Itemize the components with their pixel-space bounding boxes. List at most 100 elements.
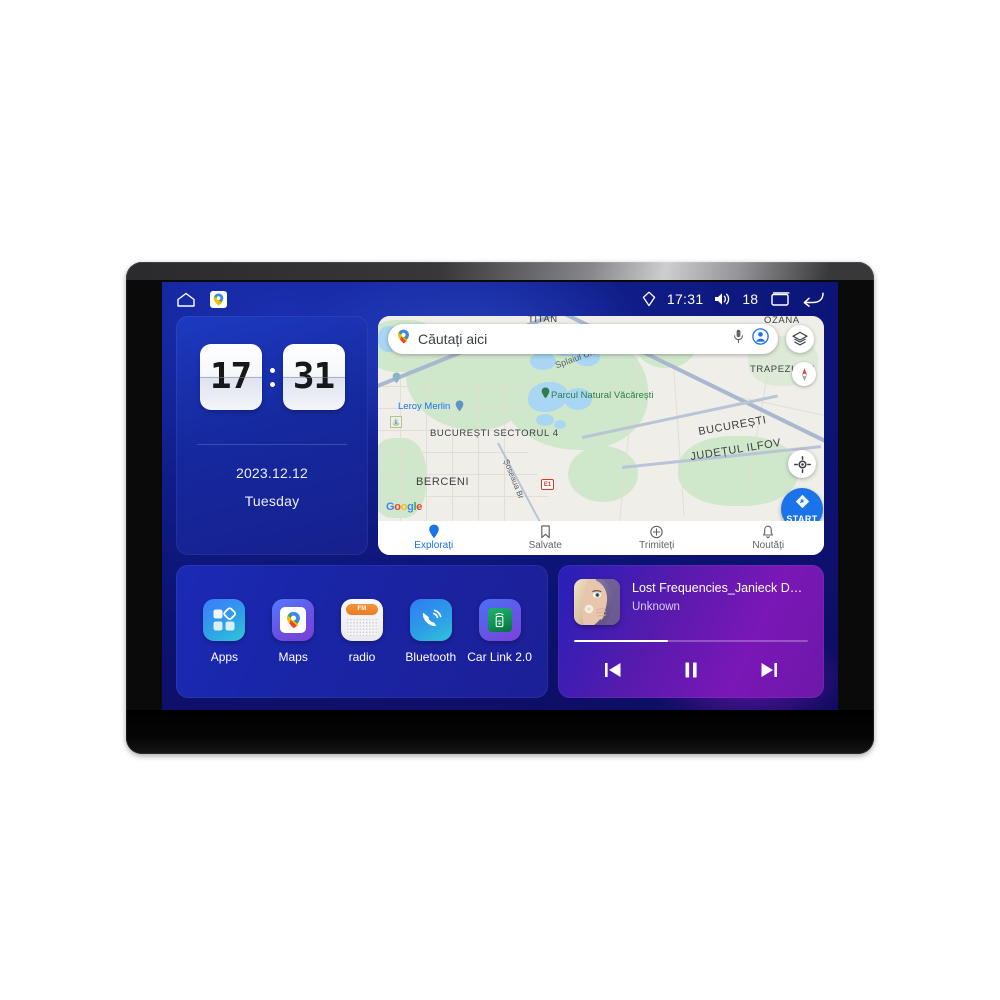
previous-track-button[interactable] bbox=[593, 656, 633, 684]
recents-icon[interactable] bbox=[769, 291, 791, 307]
app-tile-radio[interactable]: FM radio bbox=[330, 598, 394, 664]
map-nav-label: Salvate bbox=[528, 539, 562, 551]
clock-hours-unit: 17 bbox=[199, 344, 262, 410]
map-label: BUCUREȘTI SECTORUL 4 bbox=[430, 428, 559, 439]
map-street bbox=[478, 382, 479, 528]
maps-widget[interactable]: E1 ⛲ TITAN OZANA Unirii Splaiul Unirii bbox=[378, 316, 824, 555]
app-dock: Apps Maps FM radio Bluetooth Car Link 2.… bbox=[176, 564, 548, 698]
explore-pin-icon bbox=[429, 524, 439, 539]
app-label: radio bbox=[348, 649, 376, 664]
clock-weekday: Tuesday bbox=[244, 493, 300, 509]
app-tile-maps[interactable]: Maps bbox=[261, 598, 325, 664]
map-street bbox=[452, 378, 453, 528]
fm-band-indicator: FM bbox=[345, 603, 378, 615]
clock-minutes-unit: 31 bbox=[282, 344, 345, 410]
microphone-icon[interactable] bbox=[733, 329, 744, 349]
map-nav-label: Noutăți bbox=[752, 539, 785, 551]
my-location-icon[interactable] bbox=[788, 450, 816, 478]
clock-hours: 17 bbox=[209, 356, 252, 397]
map-street bbox=[672, 356, 685, 516]
media-player-widget[interactable]: Lost Frequencies_Janieck Devy-... Unknow… bbox=[558, 564, 824, 698]
gps-pin-icon bbox=[642, 291, 656, 307]
media-title: Lost Frequencies_Janieck Devy-... bbox=[632, 580, 808, 595]
maps-bottom-nav: Explorați Salvate Trimiteți Noutăți bbox=[378, 520, 825, 555]
radio-speaker-grill bbox=[345, 617, 378, 636]
app-tile-carlink[interactable]: Car Link 2.0 bbox=[467, 598, 532, 664]
bell-icon bbox=[763, 525, 774, 538]
flip-clock: 17 31 bbox=[199, 344, 345, 410]
home-icon[interactable] bbox=[176, 292, 196, 307]
car-head-unit-device: 17:31 18 17 31 2023.12.12 Tuesday E1 ⛲ T… bbox=[126, 262, 874, 754]
map-poi-pin-icon bbox=[392, 372, 401, 384]
map-nav-saved[interactable]: Salvate bbox=[490, 524, 602, 551]
fm-band-label: FM bbox=[357, 606, 367, 613]
status-bar-left bbox=[176, 290, 227, 308]
clock-colon-icon bbox=[269, 367, 276, 387]
fm-radio-icon: FM bbox=[340, 598, 383, 641]
back-icon[interactable] bbox=[802, 291, 824, 307]
google-maps-pin-icon bbox=[397, 329, 410, 349]
next-track-button[interactable] bbox=[749, 656, 789, 684]
clock-minutes: 31 bbox=[292, 356, 335, 397]
map-park-marker-icon: ⛲ bbox=[390, 416, 402, 428]
widgets-row: 17 31 2023.12.12 Tuesday E1 ⛲ TITAN OZAN… bbox=[176, 316, 824, 555]
app-tile-bluetooth[interactable]: Bluetooth bbox=[399, 598, 463, 664]
clock-widget[interactable]: 17 31 2023.12.12 Tuesday bbox=[176, 316, 368, 555]
map-water bbox=[530, 352, 556, 370]
album-art bbox=[574, 578, 620, 625]
page-root: 17:31 18 17 31 2023.12.12 Tuesday E1 ⛲ T… bbox=[0, 0, 1000, 1000]
bluetooth-phone-icon bbox=[409, 598, 452, 641]
navigation-arrow-icon bbox=[795, 494, 810, 514]
map-green-area bbox=[568, 446, 638, 502]
map-highway-shield: E1 bbox=[541, 479, 554, 490]
map-street bbox=[426, 376, 427, 526]
home-screen: 17 31 2023.12.12 Tuesday E1 ⛲ TITAN OZAN… bbox=[162, 316, 838, 710]
app-label: Apps bbox=[210, 649, 239, 664]
status-bar: 17:31 18 bbox=[162, 282, 838, 316]
contribute-plus-icon bbox=[650, 525, 663, 538]
map-label: BERCENI bbox=[416, 476, 470, 488]
pause-icon bbox=[685, 662, 697, 678]
pause-button[interactable] bbox=[671, 656, 711, 684]
google-attribution: Google bbox=[386, 500, 423, 513]
map-nav-explore[interactable]: Explorați bbox=[378, 524, 490, 551]
map-nav-label: Explorați bbox=[414, 540, 454, 551]
layers-icon[interactable] bbox=[786, 325, 814, 353]
map-label: Leroy Merlin bbox=[398, 401, 451, 412]
car-link-inner-icon bbox=[487, 607, 512, 632]
map-label: Șoseaua Br bbox=[501, 458, 526, 501]
search-input[interactable]: Căutați aici bbox=[388, 324, 778, 354]
media-metadata: Lost Frequencies_Janieck Devy-... Unknow… bbox=[632, 579, 808, 613]
app-label: Bluetooth bbox=[405, 649, 457, 664]
map-park-pin-icon bbox=[541, 387, 550, 399]
bookmark-icon bbox=[540, 524, 550, 538]
compass-icon[interactable] bbox=[792, 362, 816, 386]
volume-icon[interactable] bbox=[714, 292, 731, 306]
google-maps-icon bbox=[272, 598, 315, 641]
media-progress-fill bbox=[574, 639, 668, 642]
status-bar-time: 17:31 bbox=[666, 291, 704, 307]
media-controls bbox=[574, 656, 808, 684]
screen: 17:31 18 17 31 2023.12.12 Tuesday E1 ⛲ T… bbox=[162, 282, 838, 710]
device-bottom-bezel bbox=[126, 710, 874, 754]
map-nav-contribute[interactable]: Trimiteți bbox=[601, 525, 713, 551]
car-link-icon bbox=[478, 598, 521, 641]
device-top-bezel-highlight bbox=[126, 262, 874, 280]
map-water bbox=[536, 414, 554, 426]
map-nav-updates[interactable]: Noutăți bbox=[713, 525, 825, 551]
account-avatar-icon[interactable] bbox=[752, 328, 769, 350]
app-label: Maps bbox=[278, 649, 308, 664]
maps-badge-icon[interactable] bbox=[210, 290, 227, 308]
skip-previous-icon bbox=[605, 663, 621, 677]
skip-next-icon bbox=[761, 663, 777, 677]
search-placeholder: Căutați aici bbox=[418, 331, 488, 347]
apps-grid-icon bbox=[203, 598, 246, 641]
map-nav-label: Trimiteți bbox=[639, 539, 675, 551]
app-tile-apps[interactable]: Apps bbox=[192, 598, 256, 664]
app-label: Car Link 2.0 bbox=[467, 649, 532, 664]
map-search-row: Căutați aici bbox=[388, 324, 814, 354]
clock-date: 2023.12.12 bbox=[235, 465, 309, 481]
media-progress-bar[interactable] bbox=[574, 639, 808, 642]
media-artist: Unknown bbox=[632, 600, 680, 613]
clock-divider bbox=[197, 444, 347, 445]
